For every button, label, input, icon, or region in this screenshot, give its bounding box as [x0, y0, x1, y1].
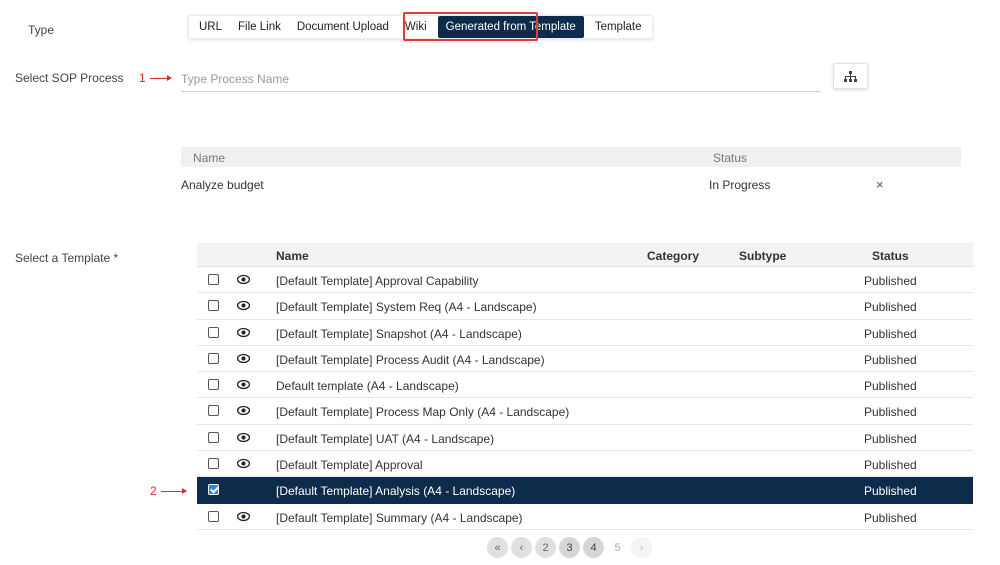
- template-status: Published: [864, 510, 917, 525]
- template-name: [Default Template] Approval Capability: [276, 274, 479, 288]
- process-table-header: Name Status: [181, 147, 961, 167]
- tab-wiki[interactable]: Wiki: [397, 16, 435, 38]
- eye-icon[interactable]: [236, 300, 251, 311]
- template-status: Published: [864, 300, 917, 315]
- checkbox[interactable]: [208, 431, 219, 443]
- template-status: Published: [864, 379, 917, 394]
- template-header-status[interactable]: Status: [872, 249, 909, 263]
- selected-process-table: Name Status Analyze budget In Progress ×: [181, 147, 961, 203]
- template-row[interactable]: [Default Template] Analysis (A4 - Landsc…: [197, 477, 973, 504]
- checkbox[interactable]: [208, 352, 219, 364]
- eye-icon[interactable]: [236, 353, 251, 364]
- checkbox[interactable]: [208, 326, 219, 338]
- process-name-input[interactable]: [181, 66, 821, 92]
- tab-template[interactable]: Template: [587, 16, 650, 38]
- checkbox[interactable]: [208, 458, 219, 470]
- eye-icon[interactable]: [236, 511, 251, 522]
- eye-icon[interactable]: [236, 274, 251, 285]
- annotation-number: 2: [150, 484, 157, 498]
- eye-icon[interactable]: [236, 458, 251, 469]
- template-name: [Default Template] Snapshot (A4 - Landsc…: [276, 326, 522, 341]
- prev-page-button[interactable]: ‹: [511, 537, 532, 558]
- template-row[interactable]: [Default Template] Approval Published: [197, 451, 973, 478]
- checkbox[interactable]: [208, 300, 219, 312]
- process-status: In Progress: [709, 178, 771, 192]
- template-table-header: Name Category Subtype Status: [197, 243, 973, 267]
- template-status: Published: [864, 405, 917, 420]
- template-table: Name Category Subtype Status [Default Te…: [197, 243, 973, 530]
- template-row[interactable]: Default template (A4 - Landscape) Publish…: [197, 372, 973, 399]
- next-page-button[interactable]: ›: [631, 537, 652, 558]
- template-status: Published: [864, 326, 917, 341]
- sitemap-icon: [844, 70, 857, 82]
- template-row[interactable]: [Default Template] System Req (A4 - Land…: [197, 293, 973, 320]
- process-tree-button[interactable]: [833, 63, 868, 89]
- arrow-icon: [160, 487, 187, 494]
- template-header-subtype[interactable]: Subtype: [739, 249, 786, 263]
- template-status: Published: [864, 431, 917, 446]
- select-template-label: Select a Template *: [15, 251, 119, 265]
- template-row[interactable]: [Default Template] Snapshot (A4 - Landsc…: [197, 320, 973, 346]
- tab-file-link[interactable]: File Link: [230, 16, 289, 38]
- pagination: « ‹ 2 3 4 5 ›: [487, 537, 652, 558]
- checkbox-checked[interactable]: [208, 484, 219, 496]
- template-header-category[interactable]: Category: [647, 249, 699, 263]
- annotation-arrow-1: 1: [139, 71, 172, 85]
- type-label: Type: [28, 23, 55, 37]
- type-tab-group: URL File Link Document Upload Wiki Gener…: [188, 15, 653, 39]
- template-header-name[interactable]: Name: [276, 249, 309, 263]
- first-page-button[interactable]: «: [487, 537, 508, 558]
- eye-icon[interactable]: [236, 405, 251, 416]
- annotation-number: 1: [139, 71, 146, 85]
- arrow-icon: [149, 74, 172, 81]
- process-header-status: Status: [713, 151, 748, 165]
- process-name: Analyze budget: [181, 178, 264, 192]
- template-name: Default template (A4 - Landscape): [276, 379, 459, 394]
- tab-document-upload[interactable]: Document Upload: [289, 16, 397, 38]
- template-status: Published: [864, 484, 917, 499]
- sop-process-label: Select SOP Process: [15, 71, 124, 85]
- eye-icon[interactable]: [236, 432, 251, 443]
- template-status: Published: [864, 458, 917, 473]
- template-name: [Default Template] Summary (A4 - Landsca…: [276, 510, 523, 525]
- tab-generated-from-template[interactable]: Generated from Template: [437, 16, 584, 38]
- template-name: [Default Template] System Req (A4 - Land…: [276, 300, 537, 315]
- template-name: [Default Template] Process Map Only (A4 …: [276, 405, 570, 420]
- remove-process-icon[interactable]: ×: [876, 177, 884, 192]
- checkbox[interactable]: [208, 274, 219, 285]
- page-button-5[interactable]: 5: [607, 537, 628, 558]
- template-row[interactable]: [Default Template] UAT (A4 - Landscape) P…: [197, 425, 973, 452]
- template-row[interactable]: [Default Template] Process Map Only (A4 …: [197, 398, 973, 425]
- eye-icon[interactable]: [236, 327, 251, 338]
- process-header-name: Name: [193, 151, 226, 165]
- eye-icon[interactable]: [236, 379, 251, 390]
- template-status: Published: [864, 274, 917, 288]
- template-name: [Default Template] Analysis (A4 - Landsc…: [276, 484, 516, 499]
- template-status: Published: [864, 352, 917, 367]
- template-row[interactable]: [Default Template] Approval Capability Pu…: [197, 267, 973, 294]
- tab-url[interactable]: URL: [191, 16, 230, 38]
- template-name: [Default Template] Process Audit (A4 - L…: [276, 352, 545, 367]
- page-button-3[interactable]: 3: [559, 537, 580, 558]
- template-row[interactable]: [Default Template] Summary (A4 - Landsca…: [197, 504, 973, 530]
- page-button-4[interactable]: 4: [583, 537, 604, 558]
- process-row: Analyze budget In Progress ×: [181, 167, 961, 203]
- checkbox[interactable]: [208, 379, 219, 391]
- annotation-arrow-2: 2: [150, 484, 187, 498]
- template-row[interactable]: [Default Template] Process Audit (A4 - L…: [197, 346, 973, 373]
- template-name: [Default Template] Approval: [276, 458, 423, 473]
- checkbox[interactable]: [208, 405, 219, 417]
- checkbox[interactable]: [208, 510, 219, 522]
- page-button-2[interactable]: 2: [535, 537, 556, 558]
- template-name: [Default Template] UAT (A4 - Landscape): [276, 431, 495, 446]
